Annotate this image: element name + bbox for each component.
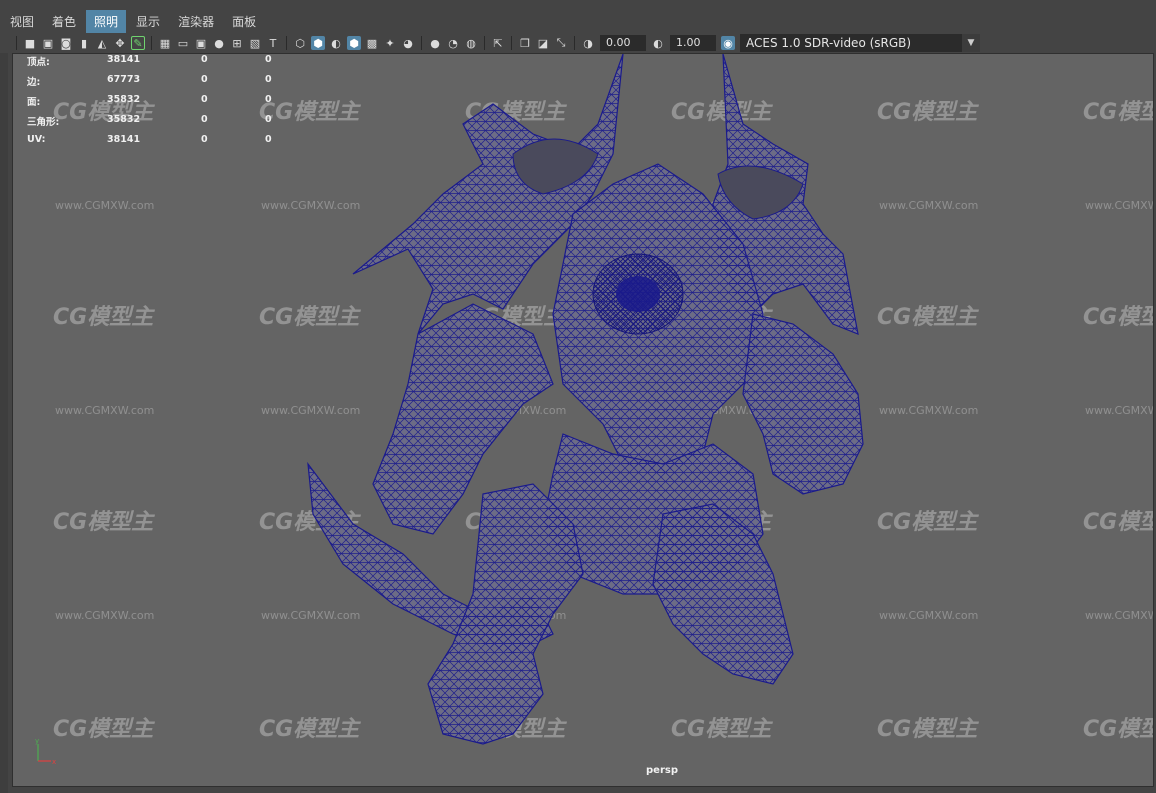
toolbar-separator — [286, 36, 287, 50]
stats-value: 0 — [201, 54, 208, 65]
safe-title-icon[interactable]: T — [266, 36, 280, 50]
menu-renderer[interactable]: 渲染器 — [170, 10, 222, 33]
menu-lighting[interactable]: 照明 — [86, 9, 127, 33]
camera-attribute-icon[interactable]: ▣ — [41, 36, 55, 50]
menu-shading[interactable]: 着色 — [44, 10, 84, 33]
stats-value: 0 — [201, 94, 208, 105]
camera-name-label: persp — [646, 765, 678, 776]
axis-indicator: y x — [35, 737, 56, 766]
stats-value: 35832 — [107, 114, 141, 125]
isolate-select-icon[interactable]: ⇱ — [491, 36, 505, 50]
toolbar-separator — [421, 36, 422, 50]
exposure-icon[interactable]: ◑ — [581, 36, 595, 50]
use-default-material-icon[interactable]: ◐ — [329, 36, 343, 50]
toolbar-separator — [484, 36, 485, 50]
panel-toolbar: ■ ▣ ◙ ▮ ◭ ✥ ✎ ▦ ▭ ▣ ● ⊞ ▧ T ⬡ ⬢ ◐ ⬢ ▩ ✦ … — [12, 33, 1156, 53]
exposure-field[interactable]: 0.00 — [600, 35, 646, 51]
bookmark-icon[interactable]: ▮ — [77, 36, 91, 50]
stats-value: 0 — [201, 74, 208, 85]
stats-value: 0 — [201, 134, 208, 145]
field-chart-icon[interactable]: ⊞ — [230, 36, 244, 50]
screen-space-ao-icon[interactable]: ● — [428, 36, 442, 50]
color-space-value: ACES 1.0 SDR-video (sRGB) — [746, 36, 912, 50]
perspective-viewport[interactable]: CG模型主CG模型主CG模型主CG模型主CG模型主CG模型主CG模型主CG模型主… — [12, 53, 1154, 787]
head-core — [616, 276, 660, 312]
stats-value: 67773 — [107, 74, 141, 85]
toolbar-separator — [16, 36, 17, 50]
menu-show[interactable]: 显示 — [128, 10, 168, 33]
camera-icon[interactable]: ◙ — [59, 36, 73, 50]
multisample-aa-icon[interactable]: ◍ — [464, 36, 478, 50]
panel-menubar: 视图 着色 照明 显示 渲染器 面板 — [0, 9, 1156, 33]
image-plane-icon[interactable]: ◭ — [95, 36, 109, 50]
stats-label: 边: — [27, 77, 41, 88]
gate-mask-icon[interactable]: ● — [212, 36, 226, 50]
wireframe-icon[interactable]: ⬡ — [293, 36, 307, 50]
left-strip — [0, 53, 8, 793]
stats-value: 0 — [265, 114, 272, 125]
grid-icon[interactable]: ▦ — [158, 36, 172, 50]
xray-icon[interactable]: ▩ — [365, 36, 379, 50]
menu-panels[interactable]: 面板 — [224, 10, 264, 33]
toolbar-separator — [574, 36, 575, 50]
wireframe-model[interactable] — [13, 54, 1153, 786]
stats-label: 顶点: — [27, 57, 50, 68]
toggle-hud-icon[interactable]: ⤡ — [554, 36, 568, 50]
use-all-lights-icon[interactable]: ✦ — [383, 36, 397, 50]
safe-action-icon[interactable]: ▧ — [248, 36, 262, 50]
motion-blur-icon[interactable]: ◔ — [446, 36, 460, 50]
2d-pan-zoom-icon[interactable]: ✥ — [113, 36, 127, 50]
stats-value: 0 — [265, 94, 272, 105]
film-gate-icon[interactable]: ▭ — [176, 36, 190, 50]
svg-text:y: y — [35, 737, 39, 745]
gamma-field[interactable]: 1.00 — [670, 35, 716, 51]
stats-label: 三角形: — [27, 117, 60, 128]
svg-text:x: x — [52, 758, 56, 766]
gamma-icon[interactable]: ◐ — [651, 36, 665, 50]
color-space-select[interactable]: ACES 1.0 SDR-video (sRGB) ▼ — [740, 34, 980, 52]
stats-value: 0 — [265, 74, 272, 85]
camera-select-icon[interactable]: ■ — [23, 36, 37, 50]
grease-pencil-icon[interactable]: ✎ — [131, 36, 145, 50]
stats-value: 0 — [265, 54, 272, 65]
stats-label: UV: — [27, 134, 46, 145]
resolution-gate-icon[interactable]: ▣ — [194, 36, 208, 50]
stats-value: 0 — [265, 134, 272, 145]
wireframe-on-shaded-icon[interactable]: ⬢ — [347, 36, 361, 50]
toolbar-separator — [511, 36, 512, 50]
toolbar-separator — [151, 36, 152, 50]
smooth-shade-icon[interactable]: ⬢ — [311, 36, 325, 50]
xray-active-icon[interactable]: ◪ — [536, 36, 550, 50]
color-management-icon[interactable]: ◉ — [721, 36, 735, 50]
shadows-icon[interactable]: ◕ — [401, 36, 415, 50]
stats-value: 38141 — [107, 134, 141, 145]
stats-value: 0 — [201, 114, 208, 125]
chevron-down-icon[interactable]: ▼ — [962, 34, 980, 52]
stats-value: 35832 — [107, 94, 141, 105]
stats-label: 面: — [27, 97, 41, 108]
menu-view[interactable]: 视图 — [2, 10, 42, 33]
stats-value: 38141 — [107, 54, 141, 65]
xray-joints-icon[interactable]: ❐ — [518, 36, 532, 50]
